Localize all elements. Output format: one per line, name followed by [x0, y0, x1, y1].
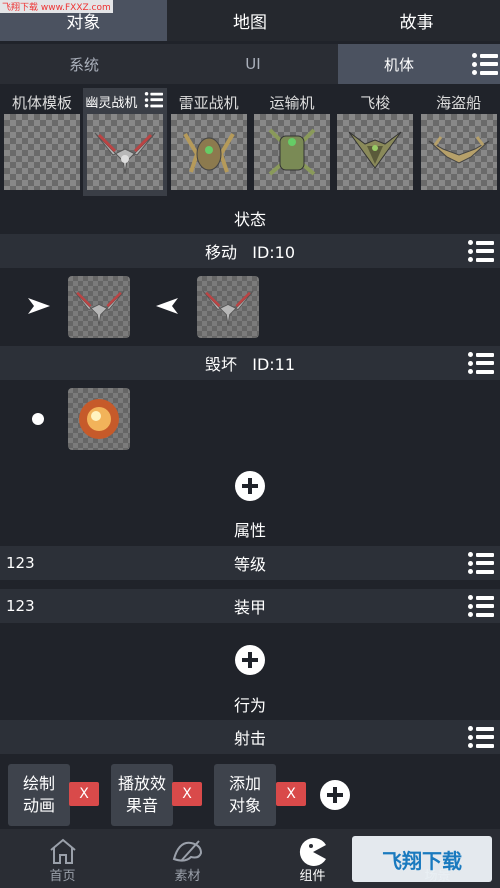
unit-thumbnail [420, 114, 497, 190]
unit-thumbnail [170, 114, 247, 190]
unit-label: 机体模板 [11, 94, 72, 112]
state-bar-move[interactable]: 移动 ID:10 [0, 234, 500, 268]
state-menu-icon[interactable] [468, 240, 494, 262]
animation-frame[interactable] [197, 276, 259, 338]
behavior-bar-shoot[interactable]: 射击 [0, 720, 500, 754]
section-title-attributes: 属性 [233, 521, 266, 540]
bottom-nav: 首页 素材 组件 场景 飞翔下载 [0, 829, 500, 888]
sub-tab-bar: 系统 UI 机体 [0, 44, 500, 84]
pirate-ship-icon [428, 136, 489, 164]
state-title: 毁坏 ID:11 [204, 355, 296, 374]
animation-frame[interactable] [68, 276, 130, 338]
unit-item-transport[interactable]: 运输机 [250, 88, 333, 196]
action-draw-animation[interactable]: 绘制 动画 [8, 764, 70, 826]
tab-story[interactable]: 故事 [333, 0, 500, 41]
attribute-menu-icon[interactable] [468, 595, 494, 617]
tab-map[interactable]: 地图 [167, 0, 334, 41]
unit-label: 飞梭 [360, 94, 391, 112]
shuttle-icon [348, 131, 402, 169]
unit-thumbnail [87, 114, 164, 190]
unit-thumbnail [337, 114, 414, 190]
nav-home[interactable]: 首页 [0, 829, 125, 888]
state-title: 移动 ID:10 [204, 243, 296, 262]
add-action-button[interactable] [320, 780, 350, 810]
nav-label: 组件 [299, 869, 326, 884]
unit-list: 机体模板 幽灵战机 雷亚战机 运输机 飞梭 海盗船 [0, 88, 500, 198]
nav-label: 素材 [174, 869, 201, 884]
tab-system[interactable]: 系统 [0, 44, 168, 84]
attribute-bar-armor[interactable]: 123 装甲 [0, 589, 500, 623]
attribute-menu-icon[interactable] [468, 552, 494, 574]
watermark: 飞翔下载 www.FXXZ.com [0, 0, 113, 13]
unit-item-pirate-ship[interactable]: 海盗船 [417, 88, 500, 196]
tab-ui[interactable]: UI [168, 44, 338, 84]
dot-icon[interactable] [32, 413, 44, 425]
menu-icon[interactable] [472, 53, 498, 75]
behavior-name: 射击 [233, 729, 266, 748]
unit-label: 雷亚战机 [178, 94, 239, 112]
remove-action-button[interactable]: X [276, 782, 306, 806]
nav-assets[interactable]: 素材 [125, 829, 250, 888]
site-logo: 飞翔下载 [352, 836, 492, 882]
unit-item-template[interactable]: 机体模板 [0, 88, 83, 196]
attribute-name: 装甲 [233, 598, 266, 617]
arrow-left-icon[interactable] [156, 298, 178, 314]
state-menu-icon[interactable] [468, 352, 494, 374]
unit-label: 运输机 [269, 94, 315, 112]
state-frames-move [0, 268, 500, 346]
raya-fighter-icon [182, 132, 235, 173]
unit-thumbnail [253, 114, 330, 190]
ghost-fighter-icon [202, 290, 254, 325]
section-title-behavior: 行为 [233, 696, 266, 715]
ghost-fighter-icon [73, 290, 125, 325]
behavior-menu-icon[interactable] [468, 726, 494, 748]
attribute-name: 等级 [233, 555, 266, 574]
section-title-state: 状态 [233, 210, 266, 229]
explosion-icon [79, 399, 119, 439]
remove-action-button[interactable]: X [172, 782, 202, 806]
state-frames-destroy [0, 380, 500, 458]
pacman-icon [299, 838, 326, 866]
unit-item-raya-fighter[interactable]: 雷亚战机 [167, 88, 250, 196]
add-attribute-button[interactable] [235, 645, 265, 675]
unit-label: 海盗船 [436, 94, 482, 112]
state-bar-destroy[interactable]: 毁坏 ID:11 [0, 346, 500, 380]
behavior-actions: 绘制 动画 X 播放效 果音 X 添加 对象 X [0, 754, 500, 829]
animation-frame[interactable] [68, 388, 130, 450]
attribute-bar-level[interactable]: 123 等级 [0, 546, 500, 580]
unit-menu-icon[interactable] [144, 92, 163, 108]
palette-icon [172, 840, 202, 862]
add-state-button[interactable] [235, 471, 265, 501]
action-add-object[interactable]: 添加 对象 [214, 764, 276, 826]
unit-item-shuttle[interactable]: 飞梭 [333, 88, 416, 196]
unit-thumbnail [4, 114, 80, 190]
ghost-fighter-icon [94, 132, 156, 174]
remove-action-button[interactable]: X [69, 782, 99, 806]
action-play-sound[interactable]: 播放效 果音 [111, 764, 173, 826]
nav-label: 首页 [49, 869, 76, 884]
arrow-right-icon[interactable] [28, 298, 50, 314]
transport-icon [268, 128, 316, 176]
unit-item-ghost-fighter[interactable]: 幽灵战机 [83, 88, 167, 196]
home-icon [49, 838, 76, 864]
